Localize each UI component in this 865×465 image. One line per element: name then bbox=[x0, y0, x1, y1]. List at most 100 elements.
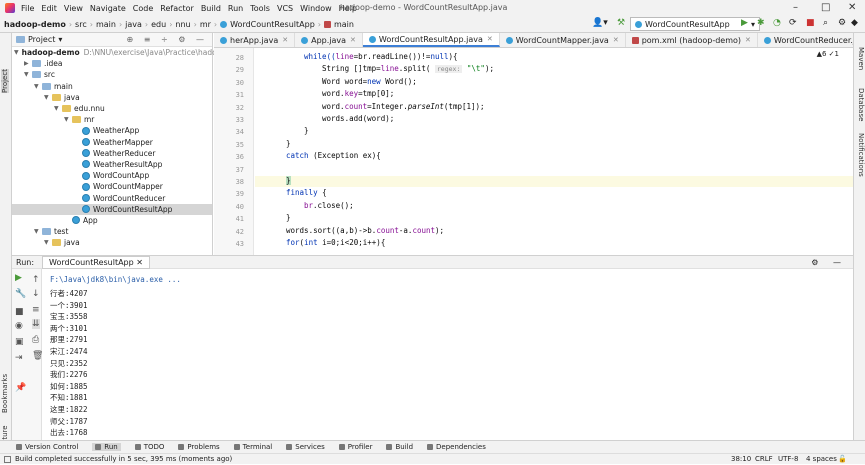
menu-view[interactable]: View bbox=[64, 4, 83, 13]
tool-window-terminal[interactable]: Terminal bbox=[233, 443, 272, 451]
tool-window-problems[interactable]: Problems bbox=[178, 443, 220, 451]
user-icon[interactable]: 👤▾ bbox=[592, 18, 608, 28]
expand-arrow-icon[interactable]: ▼ bbox=[34, 83, 42, 90]
menu-run[interactable]: Run bbox=[228, 4, 243, 13]
expand-arrow-icon[interactable]: ▼ bbox=[24, 71, 32, 78]
tree-row--idea[interactable]: ▶ .idea bbox=[12, 58, 212, 69]
editor-tab-app-java[interactable]: App.java ✕ bbox=[295, 33, 363, 47]
tree-row-app[interactable]: App bbox=[12, 215, 212, 226]
notifications-tool-button[interactable]: Notifications bbox=[857, 133, 865, 177]
tree-row-src[interactable]: ▼ src bbox=[12, 69, 212, 80]
expand-arrow-icon[interactable]: ▼ bbox=[34, 228, 42, 235]
rerun-icon[interactable]: ▶ bbox=[15, 273, 22, 283]
breadcrumb-method[interactable]: main bbox=[334, 20, 354, 29]
indent-setting[interactable]: 4 spaces bbox=[806, 454, 837, 465]
tool-window-version-control[interactable]: Version Control bbox=[16, 443, 78, 451]
expand-arrow-icon[interactable]: ▼ bbox=[64, 116, 72, 123]
caret-position[interactable]: 38:10 bbox=[731, 454, 751, 465]
menu-edit[interactable]: Edit bbox=[41, 4, 57, 13]
database-tool-button[interactable]: Database bbox=[857, 88, 865, 121]
breadcrumb-project[interactable]: hadoop-demo bbox=[4, 20, 66, 29]
tree-row-root[interactable]: ▼ hadoop-demo D:\NNU\exercise\Java\Pract… bbox=[12, 47, 221, 58]
tool-window-services[interactable]: Services bbox=[286, 443, 325, 451]
maven-tool-button[interactable]: Maven bbox=[857, 47, 865, 70]
run-tab[interactable]: WordCountResultApp ✕ bbox=[42, 255, 150, 269]
print-icon[interactable]: ⎙ bbox=[32, 335, 39, 345]
tree-row-weatherreducer[interactable]: WeatherReducer bbox=[12, 148, 212, 159]
tree-row-weatherresultapp[interactable]: WeatherResultApp bbox=[12, 159, 212, 170]
project-tool-button[interactable]: Project bbox=[1, 69, 9, 93]
tab-close-icon[interactable]: ✕ bbox=[350, 36, 356, 44]
editor-tab-wordcountreducer-java[interactable]: WordCountReducer.java✕ bbox=[758, 33, 853, 47]
tree-row-wordcountreducer[interactable]: WordCountReducer bbox=[12, 192, 212, 203]
status-message[interactable]: Build completed successfully in 5 sec, 3… bbox=[15, 455, 232, 463]
scroll-down-icon[interactable]: ↓ bbox=[32, 289, 40, 299]
expand-arrow-icon[interactable]: ▼ bbox=[54, 105, 62, 112]
tool-window-dependencies[interactable]: Dependencies bbox=[427, 443, 486, 451]
tree-row-main[interactable]: ▼ main bbox=[12, 81, 212, 92]
tab-close-icon[interactable]: ✕ bbox=[613, 36, 619, 44]
menu-tools[interactable]: Tools bbox=[250, 4, 270, 13]
settings-icon[interactable]: ⚙ bbox=[838, 18, 846, 28]
wrench-icon[interactable]: 🔧 bbox=[15, 289, 26, 299]
tool-window-build[interactable]: Build bbox=[386, 443, 413, 451]
tab-close-icon[interactable]: ✕ bbox=[487, 35, 493, 43]
editor-tab-wordcountmapper-java[interactable]: WordCountMapper.java ✕ bbox=[500, 33, 626, 47]
soft-wrap-icon[interactable]: ≡ bbox=[32, 305, 40, 315]
menu-build[interactable]: Build bbox=[201, 4, 221, 13]
expand-arrow-icon[interactable]: ▶ bbox=[24, 60, 32, 67]
run-console[interactable]: F:\Java\jdk8\bin\java.exe ... 行者:4207 一个:… bbox=[42, 269, 853, 440]
scroll-up-icon[interactable]: ↑ bbox=[32, 275, 40, 285]
editor-tab-herapp-java[interactable]: herApp.java ✕ bbox=[214, 33, 296, 47]
tree-row-wordcountmapper[interactable]: WordCountMapper bbox=[12, 181, 212, 192]
editor-tab-pom-xml-hadoop-demo-[interactable]: pom.xml (hadoop-demo) ✕ bbox=[626, 33, 758, 47]
breadcrumb-src[interactable]: src bbox=[75, 20, 87, 29]
debug-icon[interactable]: ✱ bbox=[757, 18, 765, 28]
profile-icon[interactable]: ⟳ bbox=[789, 18, 797, 28]
code-editor[interactable]: 28 29 30 31 32 33 34 35 36 37 38 39 40 41 42 43 ▲6 ✓1 S… bbox=[214, 48, 853, 255]
file-encoding[interactable]: UTF-8 bbox=[778, 454, 798, 465]
camera-icon[interactable]: ◉ bbox=[15, 321, 23, 331]
menu-vcs[interactable]: VCS bbox=[277, 4, 293, 13]
tab-close-icon[interactable]: ✕ bbox=[282, 36, 288, 44]
tree-row-edu-nnu[interactable]: ▼ edu.nnu bbox=[12, 103, 212, 114]
minimize-icon[interactable]: – bbox=[793, 2, 798, 13]
tree-row-wordcountapp[interactable]: WordCountApp bbox=[12, 170, 212, 181]
project-view-select[interactable]: Project bbox=[28, 35, 55, 44]
menu-code[interactable]: Code bbox=[133, 4, 153, 13]
maximize-icon[interactable]: □ bbox=[821, 2, 830, 13]
tool-window-profiler[interactable]: Profiler bbox=[338, 443, 372, 451]
menu-navigate[interactable]: Navigate bbox=[90, 4, 126, 13]
tree-row-mr[interactable]: ▼ mr bbox=[12, 114, 212, 125]
tree-row-java[interactable]: ▼ java bbox=[12, 92, 212, 103]
search-icon[interactable]: ⌕ bbox=[823, 18, 828, 28]
ide-features-icon[interactable]: ◆ bbox=[851, 18, 858, 28]
tree-row-weatherapp[interactable]: WeatherApp bbox=[12, 125, 212, 136]
menu-file[interactable]: File bbox=[21, 4, 34, 13]
menu-refactor[interactable]: Refactor bbox=[160, 4, 194, 13]
breadcrumb-class[interactable]: WordCountResultApp bbox=[230, 20, 315, 29]
tab-close-icon[interactable]: ✕ bbox=[745, 36, 751, 44]
breadcrumb-main[interactable]: main bbox=[96, 20, 116, 29]
breadcrumb-mr[interactable]: mr bbox=[200, 20, 211, 29]
tree-row-java[interactable]: ▼ java bbox=[12, 237, 212, 248]
layout-icon[interactable]: ▣ bbox=[15, 337, 24, 347]
breadcrumb-nnu[interactable]: nnu bbox=[175, 20, 190, 29]
menu-window[interactable]: Window bbox=[300, 4, 332, 13]
pin-icon[interactable]: 📌 bbox=[15, 383, 26, 393]
inspection-widget[interactable]: ▲6 ✓1 bbox=[817, 50, 839, 58]
close-icon[interactable]: ✕ bbox=[848, 2, 856, 13]
expand-arrow-icon[interactable]: ▼ bbox=[44, 239, 52, 246]
line-separator[interactable]: CRLF bbox=[755, 454, 773, 465]
tool-window-todo[interactable]: TODO bbox=[134, 443, 164, 451]
status-toggle-icon[interactable] bbox=[4, 455, 11, 463]
exit-icon[interactable]: ⇥ bbox=[15, 353, 23, 363]
stop-icon[interactable]: ■ bbox=[15, 307, 24, 317]
stop-icon[interactable]: ■ bbox=[806, 18, 815, 28]
breadcrumb-edu[interactable]: edu bbox=[151, 20, 166, 29]
editor-tab-wordcountresultapp-java[interactable]: WordCountResultApp.java ✕ bbox=[362, 33, 500, 47]
hammer-icon[interactable]: ⚒ bbox=[617, 18, 625, 28]
run-panel-actions[interactable]: ⚙ — bbox=[811, 258, 847, 267]
expand-arrow-icon[interactable]: ▼ bbox=[44, 94, 52, 101]
run-icon[interactable]: ▶ bbox=[741, 18, 748, 28]
